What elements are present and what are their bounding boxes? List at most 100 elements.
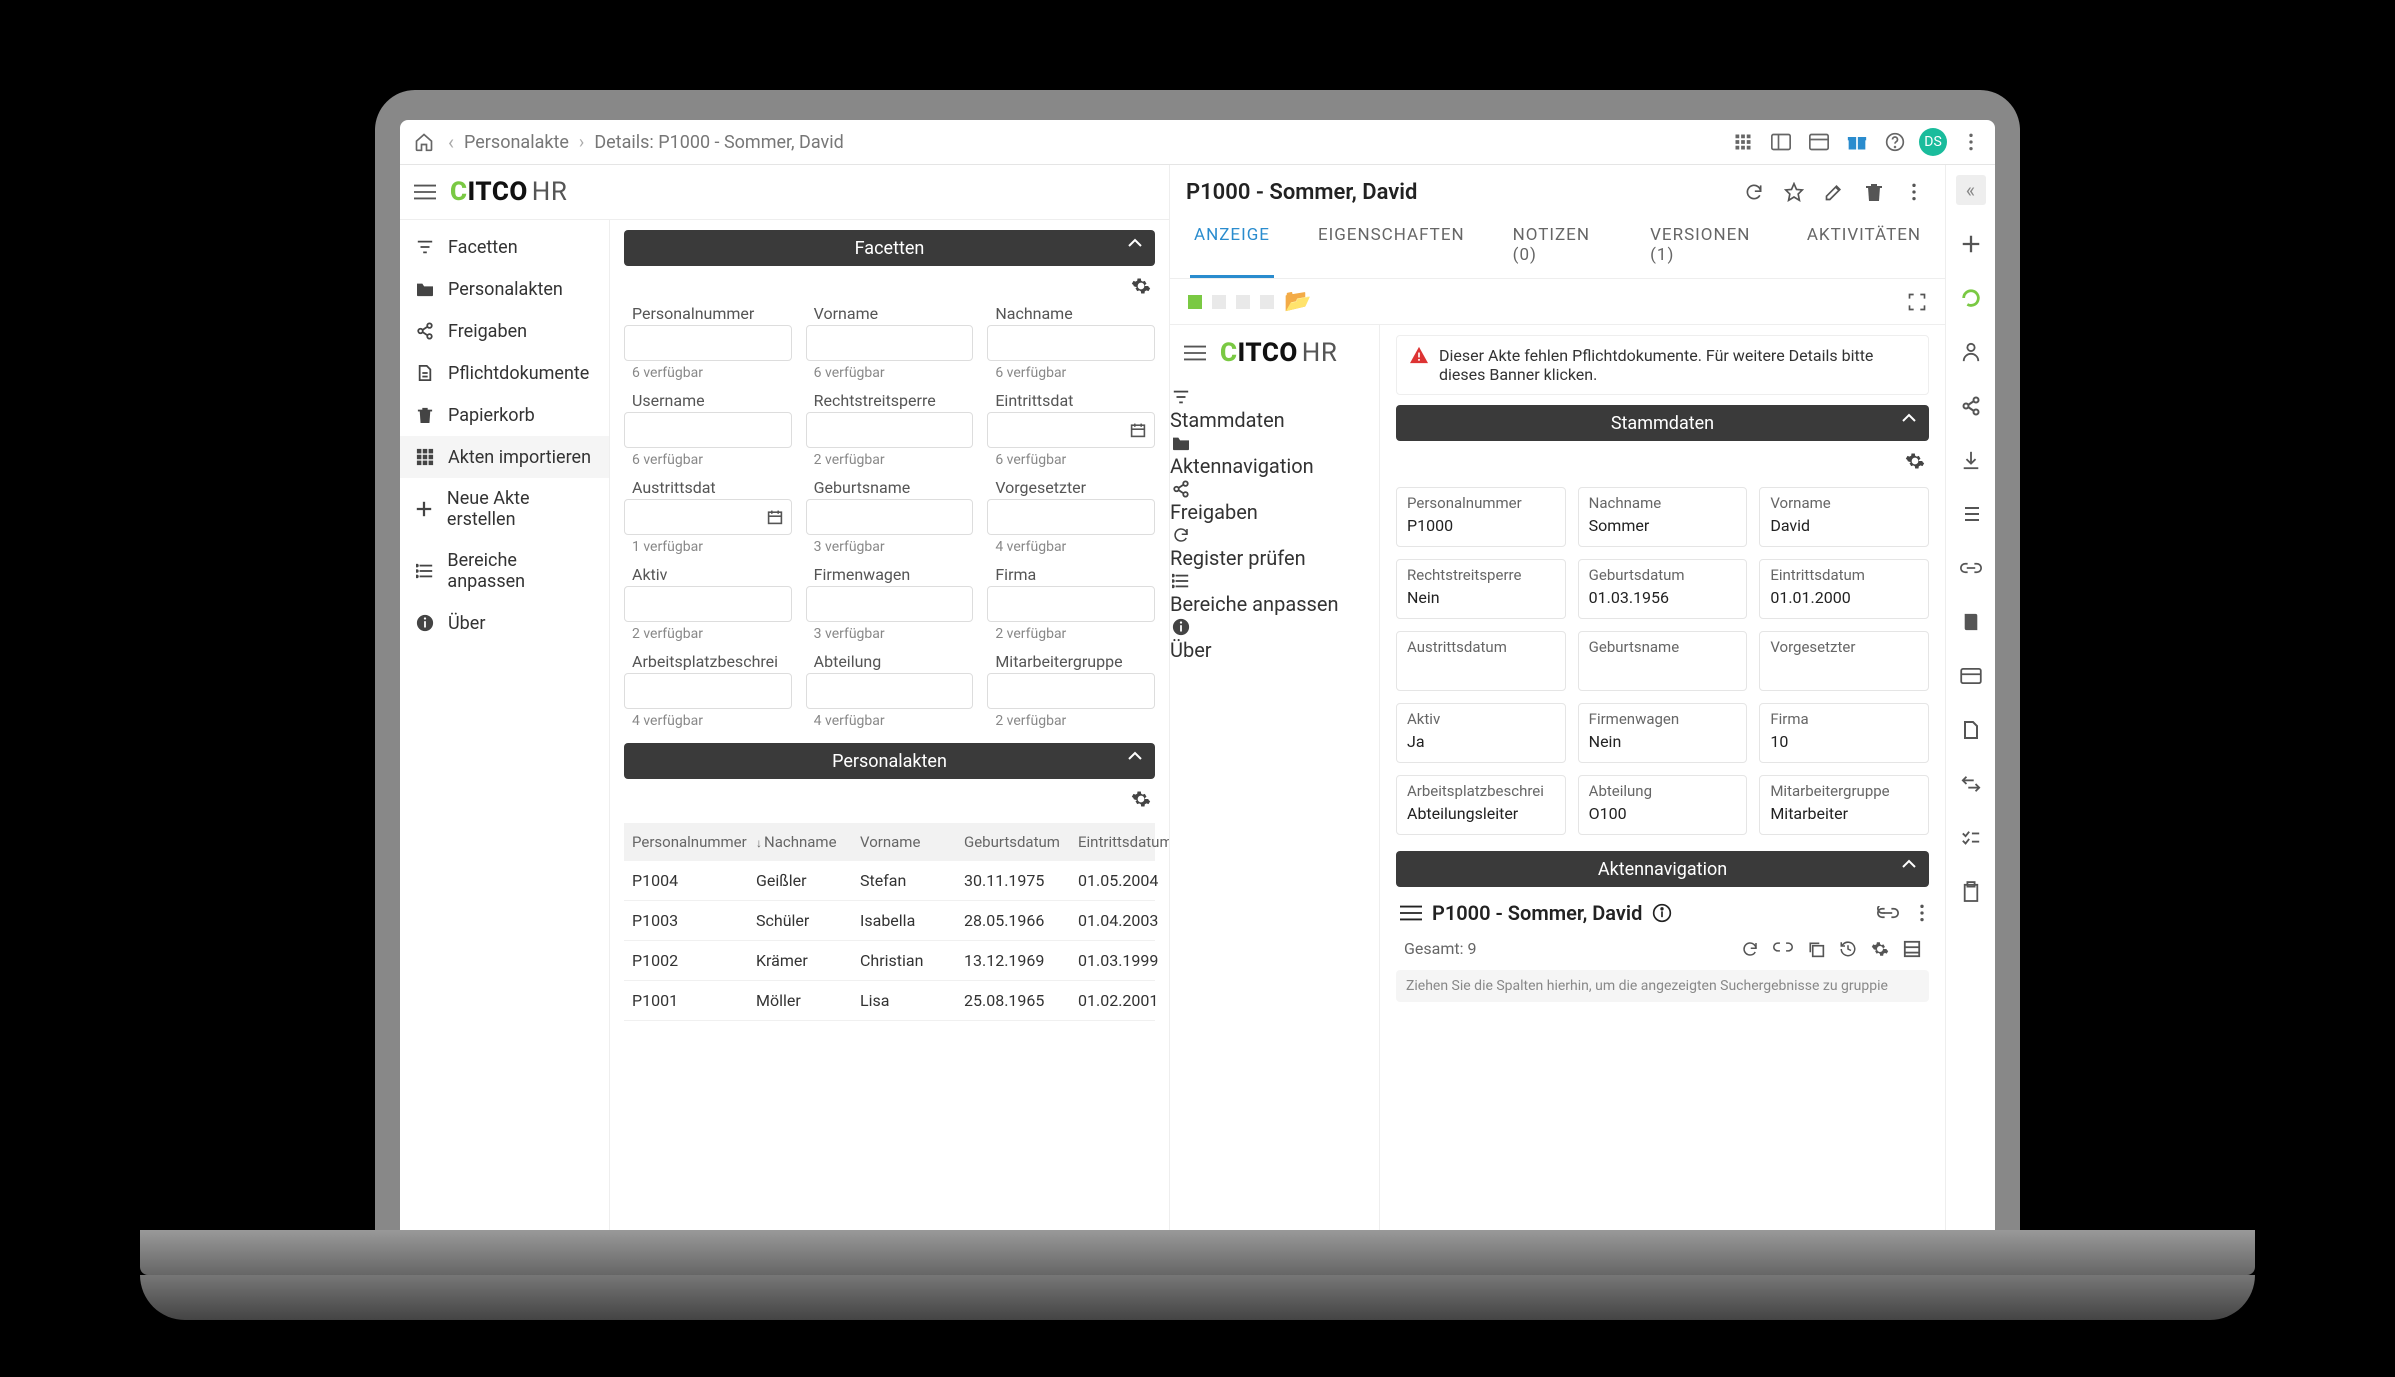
facet-input[interactable] xyxy=(987,412,1155,448)
column-header[interactable]: Geburtsdatum xyxy=(964,833,1074,851)
section-header-stammdaten[interactable]: Stammdaten xyxy=(1396,405,1929,441)
section-header-aktennavigation[interactable]: Aktennavigation xyxy=(1396,851,1929,887)
info-icon[interactable] xyxy=(1652,903,1672,923)
layout-icon[interactable] xyxy=(1767,128,1795,156)
folder-open-icon[interactable]: 📂 xyxy=(1284,289,1311,314)
alert-banner[interactable]: Dieser Akte fehlen Pflichtdokumente. Für… xyxy=(1396,335,1929,395)
sidebar-item-papierkorb[interactable]: Papierkorb xyxy=(400,394,609,436)
breadcrumb-item[interactable]: Personalakte xyxy=(464,132,569,153)
edit-icon[interactable] xyxy=(1819,177,1849,207)
facet-input[interactable] xyxy=(806,673,974,709)
facet-input[interactable] xyxy=(987,499,1155,535)
trash-icon[interactable] xyxy=(1859,177,1889,207)
menu-icon[interactable] xyxy=(414,183,436,201)
column-header[interactable]: Personalnummer xyxy=(632,833,752,851)
download-icon[interactable] xyxy=(1956,445,1986,475)
tab-anzeige[interactable]: ANZEIGE xyxy=(1190,215,1274,278)
facet-input[interactable] xyxy=(624,412,792,448)
link-icon[interactable] xyxy=(1956,553,1986,583)
page-icon[interactable] xyxy=(1956,715,1986,745)
facet-input[interactable] xyxy=(806,412,974,448)
sidebar-item-freigaben[interactable]: Freigaben xyxy=(400,310,609,352)
book-icon[interactable] xyxy=(1956,607,1986,637)
section-header-facetten[interactable]: Facetten xyxy=(624,230,1155,266)
gear-icon[interactable] xyxy=(1131,789,1151,809)
chevron-up-icon[interactable] xyxy=(1901,859,1917,869)
chevron-up-icon[interactable] xyxy=(1127,751,1143,761)
chevron-up-icon[interactable] xyxy=(1127,238,1143,248)
star-icon[interactable] xyxy=(1779,177,1809,207)
more-icon[interactable] xyxy=(1919,903,1925,923)
facet-input[interactable] xyxy=(624,499,792,535)
refresh-icon[interactable] xyxy=(1739,177,1769,207)
tab-eigenschaften[interactable]: EIGENSCHAFTEN xyxy=(1314,215,1469,278)
more-icon[interactable] xyxy=(1899,177,1929,207)
gear-icon[interactable] xyxy=(1905,451,1925,471)
facet-input[interactable] xyxy=(987,586,1155,622)
copy-icon[interactable] xyxy=(1807,940,1825,958)
inner-item-ueber[interactable]: Über xyxy=(1170,616,1380,662)
person-icon[interactable] xyxy=(1956,337,1986,367)
refresh-icon[interactable] xyxy=(1741,940,1759,958)
column-header[interactable]: Eintrittsdatum xyxy=(1078,833,1169,851)
share-icon[interactable] xyxy=(1956,391,1986,421)
card-icon[interactable] xyxy=(1956,661,1986,691)
calendar-icon[interactable] xyxy=(767,509,783,525)
tab-notizen[interactable]: NOTIZEN (0) xyxy=(1509,215,1606,278)
home-icon[interactable] xyxy=(410,128,438,156)
history-icon[interactable] xyxy=(1839,940,1857,958)
gear-icon[interactable] xyxy=(1871,940,1889,958)
clipboard-icon[interactable] xyxy=(1956,877,1986,907)
table-row[interactable]: P1002KrämerChristian13.12.196901.03.1999 xyxy=(624,941,1155,981)
sidebar-item-pflichtdokumente[interactable]: Pflichtdokumente xyxy=(400,352,609,394)
plus-icon[interactable] xyxy=(1956,229,1986,259)
tab-versionen[interactable]: VERSIONEN (1) xyxy=(1646,215,1763,278)
help-icon[interactable] xyxy=(1881,128,1909,156)
checklist-icon[interactable] xyxy=(1956,823,1986,853)
sidebar-item-importieren[interactable]: Akten importieren xyxy=(400,436,609,478)
table-row[interactable]: P1001MöllerLisa25.08.196501.02.2001 xyxy=(624,981,1155,1021)
table-row[interactable]: P1004GeißlerStefan30.11.197501.05.2004 xyxy=(624,861,1155,901)
facet-input[interactable] xyxy=(806,325,974,361)
facet-input[interactable] xyxy=(624,325,792,361)
gear-icon[interactable] xyxy=(1131,276,1151,296)
chevron-up-icon[interactable] xyxy=(1901,413,1917,423)
table-row[interactable]: P1003SchülerIsabella28.05.196601.04.2003 xyxy=(624,901,1155,941)
facet-input[interactable] xyxy=(987,673,1155,709)
avatar[interactable]: DS xyxy=(1919,128,1947,156)
sidebar-item-ueber[interactable]: Über xyxy=(400,602,609,644)
logo-mark-icon[interactable] xyxy=(1956,283,1986,313)
inner-item-aktennavigation[interactable]: Aktennavigation xyxy=(1170,432,1380,478)
table-icon[interactable] xyxy=(1903,940,1921,958)
link-icon[interactable] xyxy=(1877,906,1899,920)
facet-input[interactable] xyxy=(624,673,792,709)
more-icon[interactable] xyxy=(1957,128,1985,156)
inner-item-register[interactable]: Register prüfen xyxy=(1170,524,1380,570)
breadcrumb-item[interactable]: Details: P1000 - Sommer, David xyxy=(594,132,843,153)
calendar-icon[interactable] xyxy=(1130,422,1146,438)
menu-icon[interactable] xyxy=(1400,904,1422,922)
inner-item-stammdaten[interactable]: Stammdaten xyxy=(1170,386,1380,432)
inner-item-freigaben[interactable]: Freigaben xyxy=(1170,478,1380,524)
section-header-personalakten[interactable]: Personalakten xyxy=(624,743,1155,779)
facet-input[interactable] xyxy=(624,586,792,622)
gift-icon[interactable] xyxy=(1843,128,1871,156)
fullscreen-icon[interactable] xyxy=(1907,292,1927,312)
window-icon[interactable] xyxy=(1805,128,1833,156)
chevron-right-icon[interactable]: « xyxy=(1956,175,1986,205)
sidebar-item-personalakten[interactable]: Personalakten xyxy=(400,268,609,310)
tab-aktivitaeten[interactable]: AKTIVITÄTEN xyxy=(1803,215,1925,278)
column-header[interactable]: ↓Nachname xyxy=(756,833,856,851)
inner-item-bereiche[interactable]: Bereiche anpassen xyxy=(1170,570,1380,616)
column-header[interactable]: Vorname xyxy=(860,833,960,851)
sidebar-item-bereiche[interactable]: Bereiche anpassen xyxy=(400,540,609,602)
facet-input[interactable] xyxy=(987,325,1155,361)
sidebar-item-facetten[interactable]: Facetten xyxy=(400,226,609,268)
unlink-icon[interactable] xyxy=(1773,940,1793,958)
facet-input[interactable] xyxy=(806,499,974,535)
facet-input[interactable] xyxy=(806,586,974,622)
apps-icon[interactable] xyxy=(1729,128,1757,156)
transfer-icon[interactable] xyxy=(1956,769,1986,799)
sidebar-item-neue-akte[interactable]: Neue Akte erstellen xyxy=(400,478,609,540)
list-icon[interactable] xyxy=(1956,499,1986,529)
